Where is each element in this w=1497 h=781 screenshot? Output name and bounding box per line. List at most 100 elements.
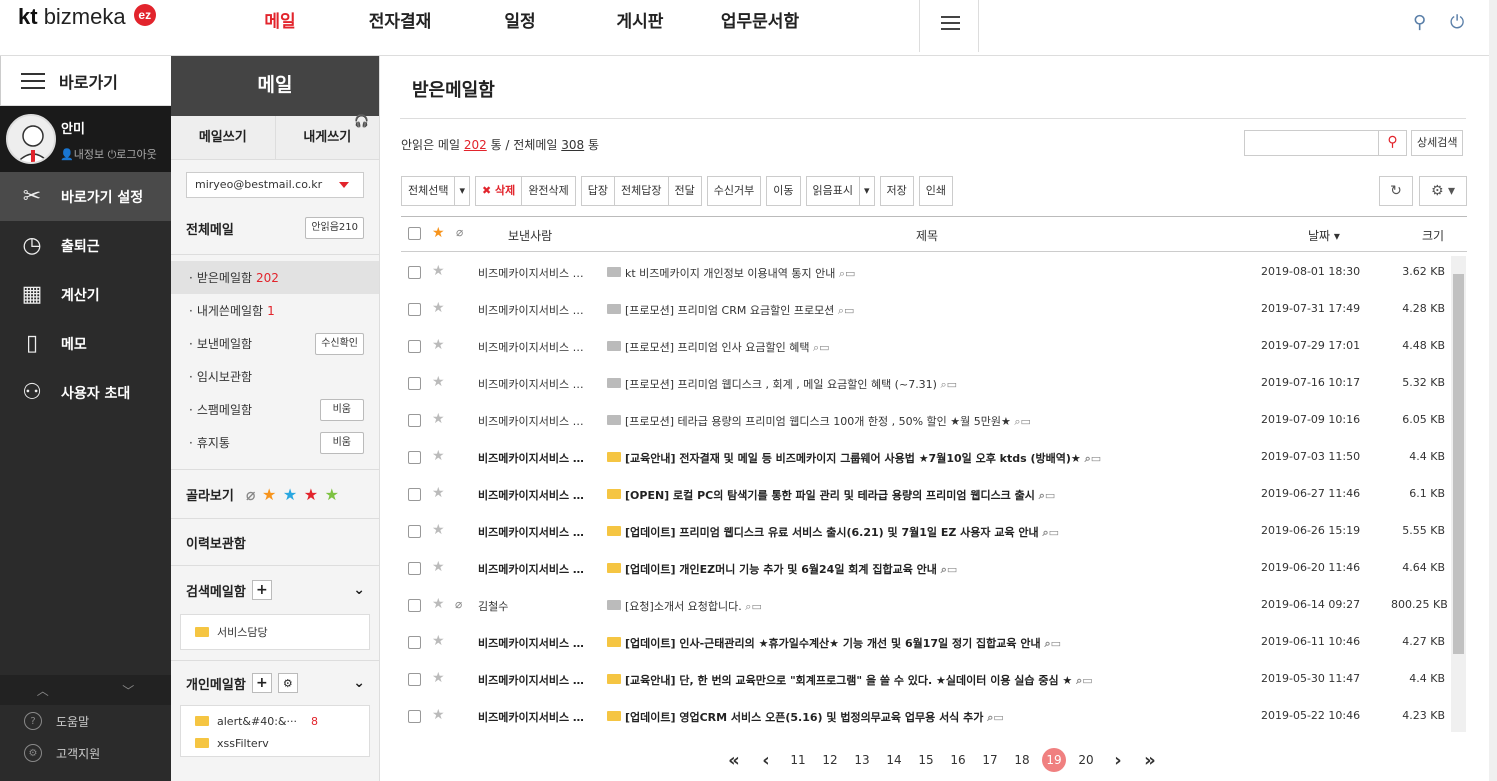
write-mail-button[interactable]: 메일쓰기 bbox=[171, 116, 276, 159]
mail-sender[interactable]: 비즈메카이지서비스 … bbox=[478, 672, 602, 688]
star-icon[interactable]: ★ bbox=[432, 670, 445, 686]
mail-row[interactable]: ★ 비즈메카이지서비스 … [OPEN] 로컬 PC의 탐색기를 통한 파일 관리 … bbox=[401, 476, 1467, 513]
gnb-docs[interactable]: 업무문서함 bbox=[700, 0, 820, 44]
mail-sender[interactable]: 비즈메카이지서비스 … bbox=[478, 487, 602, 503]
mail-sender[interactable]: 비즈메카이지서비스 … bbox=[478, 524, 602, 540]
search-input[interactable]: ⚲ bbox=[1244, 130, 1407, 156]
row-checkbox[interactable] bbox=[408, 673, 421, 686]
from-column-header[interactable]: 보낸사람 bbox=[508, 227, 552, 244]
move-button[interactable]: 이동 bbox=[766, 176, 801, 206]
preview-icon[interactable]: ⌕▭ bbox=[1085, 452, 1102, 465]
trash-item[interactable]: · 휴지통 비움 bbox=[171, 426, 379, 459]
page-17[interactable]: 17 bbox=[974, 753, 1006, 767]
page-20[interactable]: 20 bbox=[1070, 753, 1102, 767]
mail-row[interactable]: ★ 비즈메카이지서비스 … [프로모션] 테라급 용량의 프리미엄 웹디스크 100… bbox=[401, 402, 1467, 439]
attachment-column-icon[interactable]: ⌀ bbox=[456, 225, 463, 239]
logout-link[interactable]: 로그아웃 bbox=[116, 148, 156, 161]
menu-icon[interactable] bbox=[919, 0, 979, 52]
page-12[interactable]: 12 bbox=[814, 753, 846, 767]
inbox-item[interactable]: · 받은메일함 202 bbox=[171, 261, 379, 294]
preview-icon[interactable]: ⌕▭ bbox=[941, 563, 958, 576]
page-11[interactable]: 11 bbox=[782, 753, 814, 767]
mail-row[interactable]: ★ 비즈메카이지서비스 … [교육안내] 단, 한 번의 교육만으로 "회계프로그램… bbox=[401, 661, 1467, 698]
block-sender-button[interactable]: 수신거부 bbox=[706, 176, 762, 206]
select-dropdown[interactable]: ▾ bbox=[454, 176, 471, 206]
subject-column-header[interactable]: 제목 bbox=[916, 227, 938, 244]
mail-row[interactable]: ★ 비즈메카이지서비스 … [업데이트] 인사-근태관리의 ★휴가일수계산★ 기능 … bbox=[401, 624, 1467, 661]
shortcut-memo[interactable]: ▯ 메모 bbox=[0, 319, 171, 368]
mail-subject[interactable]: [교육안내] 단, 한 번의 교육만으로 "회계프로그램" 을 쓸 수 있다. … bbox=[625, 672, 1093, 688]
mail-sender[interactable]: 비즈메카이지서비스 … bbox=[478, 709, 602, 725]
page-19-current[interactable]: 19 bbox=[1042, 748, 1066, 772]
preview-icon[interactable]: ⌕▭ bbox=[1039, 489, 1056, 502]
star-column-icon[interactable]: ★ bbox=[432, 225, 445, 241]
last-page-button[interactable]: » bbox=[1134, 750, 1166, 771]
preview-icon[interactable]: ⌕▭ bbox=[1043, 526, 1060, 539]
gnb-mail[interactable]: 메일 bbox=[220, 0, 340, 44]
mail-subject[interactable]: [업데이트] 개인EZ머니 기능 추가 및 6월24일 회계 집합교육 안내 ⌕… bbox=[625, 561, 957, 577]
page-18[interactable]: 18 bbox=[1006, 753, 1038, 767]
row-checkbox[interactable] bbox=[408, 377, 421, 390]
window-scrollbar[interactable] bbox=[1489, 0, 1497, 781]
refresh-icon[interactable]: ↻ bbox=[1379, 176, 1413, 206]
delete-button[interactable]: ✖ 삭제 bbox=[475, 176, 523, 206]
date-column-header[interactable]: 날짜 ▾ bbox=[1308, 227, 1340, 244]
mail-sender[interactable]: 비즈메카이지서비스 … bbox=[478, 450, 602, 466]
page-13[interactable]: 13 bbox=[846, 753, 878, 767]
save-button[interactable]: 저장 bbox=[879, 176, 914, 206]
star-icon[interactable]: ★ bbox=[432, 300, 445, 316]
search-icon[interactable]: ⚲ bbox=[1413, 12, 1426, 33]
star-icon[interactable]: ★ bbox=[432, 485, 445, 501]
gear-icon[interactable]: ⚙ bbox=[277, 673, 298, 693]
row-checkbox[interactable] bbox=[408, 451, 421, 464]
mail-sender[interactable]: 비즈메카이지서비스 … bbox=[478, 302, 602, 318]
add-search-box-button[interactable]: + bbox=[251, 580, 272, 600]
unread-button[interactable]: 안읽음210 bbox=[305, 217, 364, 239]
row-checkbox[interactable] bbox=[408, 414, 421, 427]
mail-row[interactable]: ★ 비즈메카이지서비스 … [프로모션] 프리미엄 인사 요금할인 혜택 ⌕▭ 201… bbox=[401, 328, 1467, 365]
self-box-item[interactable]: · 내게쓴메일함 1 bbox=[171, 294, 379, 327]
star-icon[interactable]: ★ bbox=[432, 337, 445, 353]
clip-filter-icon[interactable]: ⌀ bbox=[246, 485, 256, 504]
first-page-button[interactable]: « bbox=[718, 750, 750, 771]
preview-icon[interactable]: ⌕▭ bbox=[1014, 415, 1031, 428]
preview-icon[interactable]: ⌕▭ bbox=[838, 304, 855, 317]
personal-folder-2[interactable]: xssFilterv bbox=[181, 732, 369, 754]
preview-icon[interactable]: ⌕▭ bbox=[987, 711, 1004, 724]
mail-sender[interactable]: 비즈메카이지서비스 … bbox=[478, 376, 602, 392]
search-folder[interactable]: 서비스담당 bbox=[181, 621, 369, 643]
star-blue-icon[interactable]: ★ bbox=[283, 485, 297, 504]
mail-sender[interactable]: 비즈메카이지서비스 … bbox=[478, 339, 602, 355]
star-icon[interactable]: ★ bbox=[432, 448, 445, 464]
mail-subject[interactable]: [OPEN] 로컬 PC의 탐색기를 통한 파일 관리 및 테라급 용량의 프리… bbox=[625, 487, 1055, 503]
read-receipt-button[interactable]: 수신확인 bbox=[315, 332, 364, 355]
star-icon[interactable]: ★ bbox=[432, 596, 445, 612]
add-personal-box-button[interactable]: + bbox=[251, 673, 272, 693]
row-checkbox[interactable] bbox=[408, 266, 421, 279]
shortcut-invite[interactable]: ⚇ 사용자 초대 bbox=[0, 368, 171, 417]
mail-sender[interactable]: 김철수 bbox=[478, 598, 602, 614]
chevron-down-icon[interactable]: ﹀ bbox=[122, 682, 134, 699]
reply-button[interactable]: 답장 bbox=[580, 176, 616, 206]
mail-sender[interactable]: 비즈메카이지서비스 … bbox=[478, 561, 602, 577]
spam-item[interactable]: · 스팸메일함 비움 bbox=[171, 393, 379, 426]
help-link[interactable]: ? 도움말 bbox=[0, 705, 171, 737]
row-checkbox[interactable] bbox=[408, 525, 421, 538]
shortcut-settings[interactable]: ✂ 바로가기 설정 bbox=[0, 172, 171, 221]
mail-row[interactable]: ★ 비즈메카이지서비스 … [프로모션] 프리미엄 웹디스크 , 회계 , 메일 요… bbox=[401, 365, 1467, 402]
forward-button[interactable]: 전달 bbox=[667, 176, 702, 206]
preview-icon[interactable]: ⌕▭ bbox=[839, 267, 856, 280]
star-icon[interactable]: ★ bbox=[432, 559, 445, 575]
support-link[interactable]: ⚙ 고객지원 bbox=[0, 737, 171, 769]
preview-icon[interactable]: ⌕▭ bbox=[813, 341, 830, 354]
row-checkbox[interactable] bbox=[408, 562, 421, 575]
preview-icon[interactable]: ⌕▭ bbox=[745, 600, 762, 613]
account-select[interactable]: miryeo@bestmail.co.kr bbox=[186, 172, 364, 198]
mail-subject[interactable]: [프로모션] 프리미엄 CRM 요금할인 프로모션 ⌕▭ bbox=[625, 302, 854, 318]
mail-sender[interactable]: 비즈메카이지서비스 … bbox=[478, 413, 602, 429]
mail-subject[interactable]: [요청]소개서 요청합니다. ⌕▭ bbox=[625, 598, 762, 614]
star-red-icon[interactable]: ★ bbox=[304, 485, 318, 504]
chevron-up-icon[interactable]: ︿ bbox=[37, 682, 49, 699]
row-checkbox[interactable] bbox=[408, 710, 421, 723]
row-checkbox[interactable] bbox=[408, 340, 421, 353]
